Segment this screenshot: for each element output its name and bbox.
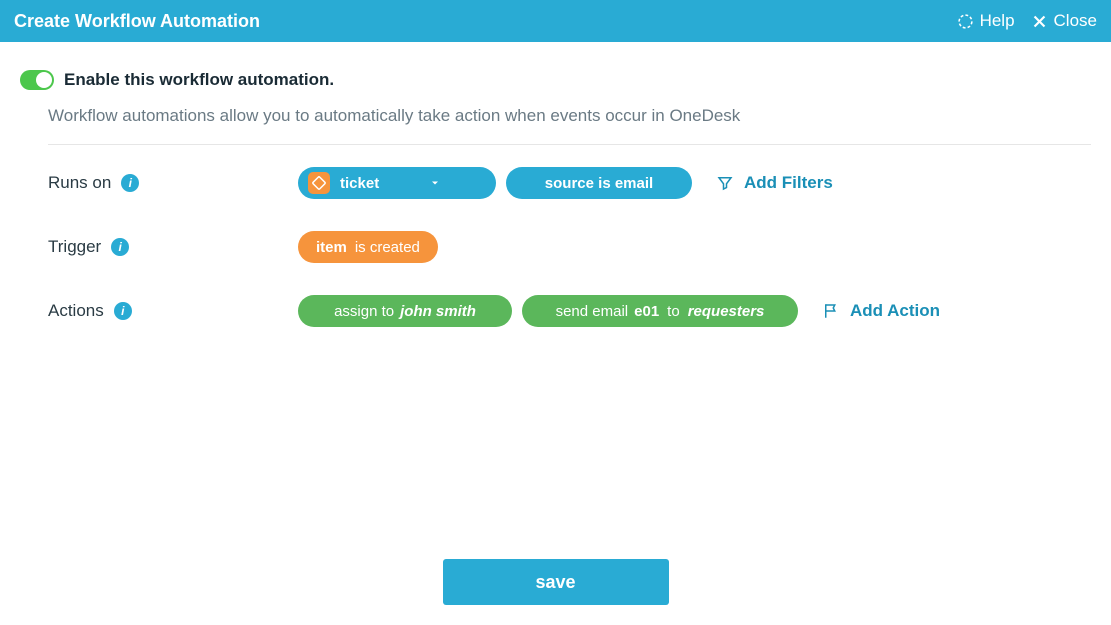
action-verb: assign to <box>334 303 394 320</box>
save-button[interactable]: save <box>443 559 669 605</box>
action-to: to <box>667 303 680 320</box>
trigger-row: Trigger i item is created <box>48 229 1091 265</box>
info-icon[interactable]: i <box>111 238 129 256</box>
action-verb: send email <box>556 303 629 320</box>
header-actions: Help Close <box>957 11 1097 31</box>
chevron-down-icon <box>429 177 441 189</box>
runs-on-label: Runs on <box>48 173 111 193</box>
trigger-subject: item <box>316 239 347 256</box>
enable-row: Enable this workflow automation. <box>20 70 1091 90</box>
filter-icon <box>716 174 734 192</box>
item-type-value: ticket <box>340 175 379 192</box>
actions-label-group: Actions i <box>48 301 298 321</box>
close-icon <box>1031 13 1048 30</box>
trigger-pill[interactable]: item is created <box>298 231 438 263</box>
info-icon[interactable]: i <box>114 302 132 320</box>
runs-on-body: ticket source is email Add Filters <box>298 167 833 199</box>
actions-body: assign to john smith send email e01 to r… <box>298 295 940 327</box>
item-type-dropdown[interactable]: ticket <box>298 167 496 199</box>
actions-row: Actions i assign to john smith send emai… <box>48 293 1091 329</box>
add-action-label: Add Action <box>850 301 940 321</box>
description-text: Workflow automations allow you to automa… <box>48 106 1091 145</box>
close-label: Close <box>1054 11 1097 31</box>
add-action-button[interactable]: Add Action <box>822 301 940 321</box>
actions-label: Actions <box>48 301 104 321</box>
action-pill-email[interactable]: send email e01 to requesters <box>522 295 798 327</box>
ticket-icon <box>308 172 330 194</box>
filter-text: source is email <box>545 175 653 192</box>
action-pill-assign[interactable]: assign to john smith <box>298 295 512 327</box>
runs-on-label-group: Runs on i <box>48 173 298 193</box>
modal-body: Enable this workflow automation. Workflo… <box>0 42 1111 329</box>
trigger-event: is created <box>355 239 420 256</box>
close-button[interactable]: Close <box>1031 11 1097 31</box>
trigger-label: Trigger <box>48 237 101 257</box>
action-code: e01 <box>634 303 659 320</box>
runs-on-row: Runs on i ticket source is email <box>48 165 1091 201</box>
add-filters-label: Add Filters <box>744 173 833 193</box>
enable-toggle[interactable] <box>20 70 54 90</box>
help-button[interactable]: Help <box>957 11 1015 31</box>
filter-pill[interactable]: source is email <box>506 167 692 199</box>
add-filters-button[interactable]: Add Filters <box>716 173 833 193</box>
action-value: john smith <box>400 303 476 320</box>
help-label: Help <box>980 11 1015 31</box>
enable-label: Enable this workflow automation. <box>64 70 334 90</box>
modal-title: Create Workflow Automation <box>14 11 260 32</box>
modal-header: Create Workflow Automation Help Close <box>0 0 1111 42</box>
help-icon <box>957 13 974 30</box>
flag-icon <box>822 302 840 320</box>
info-icon[interactable]: i <box>121 174 139 192</box>
trigger-body: item is created <box>298 231 438 263</box>
trigger-label-group: Trigger i <box>48 237 298 257</box>
action-target: requesters <box>688 303 765 320</box>
